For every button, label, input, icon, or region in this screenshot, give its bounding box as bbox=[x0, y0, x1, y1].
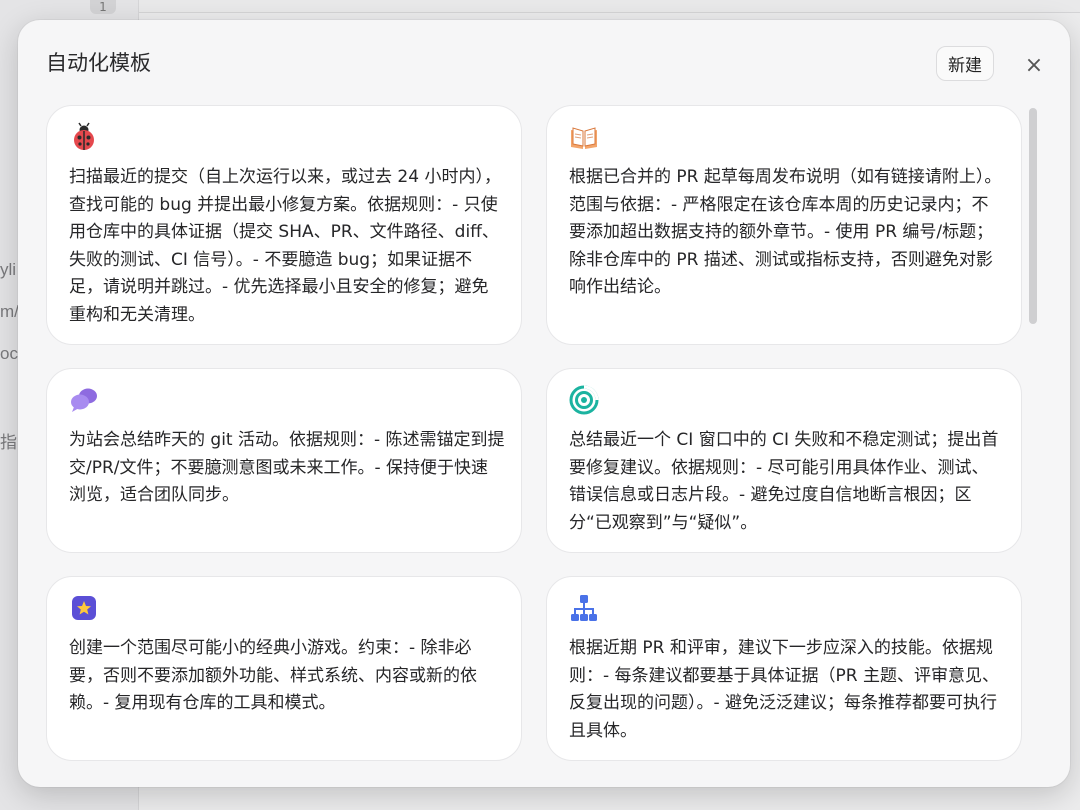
template-description: 根据近期 PR 和评审，建议下一步应深入的技能。依据规则：- 每条建议都要基于具… bbox=[569, 638, 1000, 741]
new-template-button[interactable]: 新建 bbox=[936, 46, 994, 81]
background-badge: 1 bbox=[90, 0, 116, 14]
hierarchy-icon bbox=[569, 593, 599, 623]
template-description: 为站会总结昨天的 git 活动。依据规则：- 陈述需锚定到提交/PR/文件；不要… bbox=[69, 430, 505, 506]
template-description: 扫描最近的提交（自上次运行以来，或过去 24 小时内），查找可能的 bug 并提… bbox=[69, 167, 501, 325]
background-text-fragment: m/ bbox=[0, 302, 19, 321]
template-card-release-notes[interactable]: 根据已合并的 PR 起草每周发布说明（如有链接请附上）。范围与依据：- 严格限定… bbox=[546, 105, 1022, 345]
close-button[interactable]: × bbox=[1022, 52, 1046, 78]
template-card-ci-failures[interactable]: 总结最近一个 CI 窗口中的 CI 失败和不稳定测试；提出首要修复建议。依据规则… bbox=[546, 368, 1022, 553]
template-card-mini-game[interactable]: 创建一个范围尽可能小的经典小游戏。约束：- 除非必要，否则不要添加额外功能、样式… bbox=[46, 576, 522, 761]
background-topbar bbox=[139, 0, 1080, 13]
ladybug-icon bbox=[69, 122, 99, 152]
template-card-skill-suggestions[interactable]: 根据近期 PR 和评审，建议下一步应深入的技能。依据规则：- 每条建议都要基于具… bbox=[546, 576, 1022, 761]
close-icon: × bbox=[1024, 52, 1044, 78]
template-description: 创建一个范围尽可能小的经典小游戏。约束：- 除非必要，否则不要添加额外功能、样式… bbox=[69, 638, 477, 714]
background-text-fragment: yli bbox=[0, 260, 17, 279]
template-card-standup-summary[interactable]: 为站会总结昨天的 git 活动。依据规则：- 陈述需锚定到提交/PR/文件；不要… bbox=[46, 368, 522, 553]
target-icon bbox=[569, 385, 599, 415]
template-card-bug-scan[interactable]: 扫描最近的提交（自上次运行以来，或过去 24 小时内），查找可能的 bug 并提… bbox=[46, 105, 522, 345]
scrollbar-thumb[interactable] bbox=[1029, 108, 1037, 324]
star-badge-icon bbox=[69, 593, 99, 623]
template-description: 总结最近一个 CI 窗口中的 CI 失败和不稳定测试；提出首要修复建议。依据规则… bbox=[569, 430, 999, 533]
open-book-icon bbox=[569, 122, 599, 152]
automation-templates-dialog: 自动化模板 新建 × 扫描最近的提交（自上次运行以来，或过去 24 小时内），查… bbox=[18, 20, 1070, 787]
chat-bubbles-icon bbox=[69, 385, 99, 415]
dialog-title: 自动化模板 bbox=[46, 51, 151, 75]
template-description: 根据已合并的 PR 起草每周发布说明（如有链接请附上）。范围与依据：- 严格限定… bbox=[569, 167, 1002, 298]
